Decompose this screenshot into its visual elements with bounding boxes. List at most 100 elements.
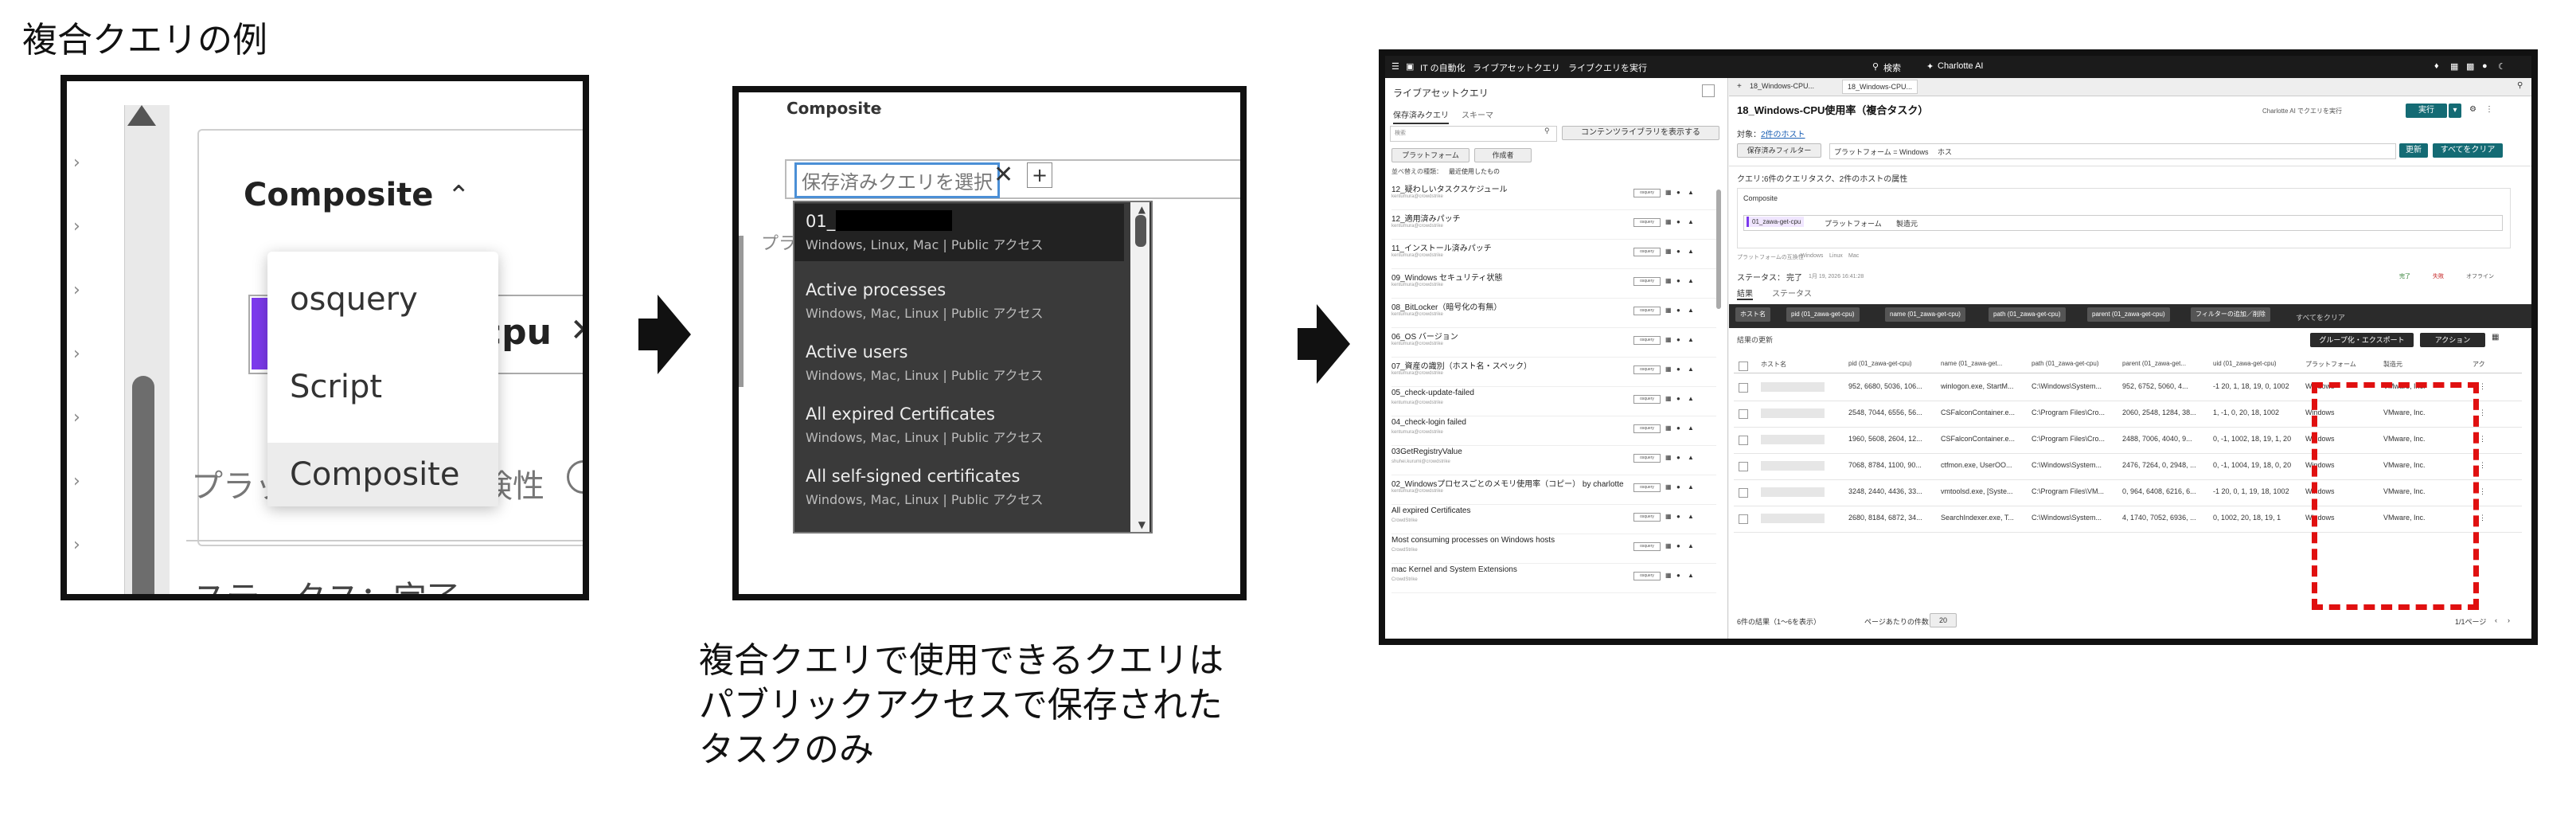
list-scrollbar[interactable] [1716, 190, 1721, 309]
chat-icon[interactable]: ▩ [2466, 61, 2474, 72]
search-icon[interactable]: ⚲ [1872, 61, 1879, 72]
clear-all-button[interactable]: すべてをクリア [2433, 143, 2503, 158]
column-chip[interactable]: pid (01_zawa-get-cpu) [1786, 307, 1860, 322]
close-icon[interactable]: ✕ [993, 161, 1013, 189]
row-actions-icon[interactable]: ⋮ [2479, 382, 2486, 391]
column-header[interactable]: name (01_zawa-get... [1941, 360, 2002, 367]
column-header[interactable]: ホスト名 [1761, 360, 1786, 369]
saved-query-row[interactable]: mac Kernel and System Extensions CrowdStr… [1391, 563, 1716, 593]
row-actions-icon[interactable]: ⋮ [2479, 487, 2486, 496]
charlotte-query-button[interactable]: Charlotte AI でクエリを実行 [2262, 107, 2342, 115]
row-actions-icon[interactable]: ⋮ [2479, 461, 2486, 470]
saved-query-row[interactable]: 11_インストール済みパッチ kentumura@crowdstrike osque… [1391, 239, 1716, 269]
user-icon[interactable]: ● [2482, 61, 2488, 71]
filter-chip-platform[interactable]: プラットフォーム = Windows [1834, 147, 1929, 157]
tab-schema[interactable]: スキーマ [1462, 108, 1493, 120]
scroll-up-icon[interactable]: ▲ [1138, 204, 1146, 215]
saved-query-row[interactable]: 12_適用済みパッチ kentumura@crowdstrike osquery ▦ ●… [1391, 209, 1716, 240]
menu-icon[interactable]: ☰ [1391, 61, 1399, 72]
saved-query-row[interactable]: 09_Windows セキュリティ状態 kentumura@crowdstrike… [1391, 268, 1716, 299]
target-hosts-link[interactable]: 2件のホスト [1761, 127, 1805, 139]
breadcrumb-1[interactable]: ライブアセットクエリ [1473, 61, 1560, 74]
sort-select[interactable]: 最近使用したもの [1449, 167, 1500, 176]
column-header[interactable]: アク [2473, 360, 2485, 369]
chevron-down-icon[interactable]: ⌄ [872, 99, 884, 115]
column-chip[interactable]: path (01_zawa-get-cpu) [1989, 307, 2066, 322]
theme-icon[interactable]: ☾ [2498, 61, 2506, 72]
column-header[interactable]: pid (01_zawa-get-cpu) [1848, 360, 1912, 367]
content-library-button[interactable]: コンテンツライブラリを表示する [1562, 126, 1719, 140]
menu-item-script[interactable]: Script [267, 355, 498, 419]
tab-query-2[interactable]: 18_Windows-CPU... [1842, 80, 1918, 94]
composite-selector[interactable]: Composite [1743, 194, 1778, 202]
topbar-menu[interactable]: IT の自動化 [1420, 61, 1466, 74]
column-header[interactable]: path (01_zawa-get-cpu) [2032, 360, 2099, 367]
column-chip[interactable]: フィルターの追加／削除 [2191, 307, 2270, 322]
app-icon[interactable]: ▣ [1406, 61, 1414, 72]
menu-item-composite[interactable]: Composite [267, 443, 498, 506]
more-icon[interactable]: ⋮ [2485, 105, 2493, 114]
dropdown-scrollbar[interactable] [1130, 202, 1149, 532]
column-chip[interactable]: ホスト名 [1735, 307, 1770, 322]
select-all-checkbox[interactable] [1739, 362, 1748, 371]
tab-results[interactable]: 結果 [1737, 287, 1753, 300]
group-export-button[interactable]: グループ化・エクスポート [2310, 333, 2414, 347]
scroll-down-icon[interactable]: ▼ [1138, 519, 1146, 530]
row-actions-icon[interactable]: ⋮ [2479, 435, 2486, 444]
saved-query-row[interactable]: All expired Certificates CrowdStrike osque… [1391, 504, 1716, 534]
scrollbar-thumb[interactable] [132, 376, 154, 594]
tab-query-1[interactable]: 18_Windows-CPU... [1750, 82, 1814, 90]
new-tab-icon[interactable]: + [1737, 82, 1742, 91]
saved-query-row[interactable]: 05_check-update-failed kentumura@crowdstr… [1391, 386, 1716, 416]
row-actions-icon[interactable]: ⋮ [2479, 408, 2486, 417]
row-checkbox[interactable] [1739, 514, 1748, 524]
search-icon[interactable]: ⚲ [1544, 127, 1550, 135]
left-scrollbar[interactable] [739, 236, 744, 387]
comp-chip-platform[interactable]: プラットフォーム [1825, 218, 1882, 229]
charlotte-ai-link[interactable]: Charlotte AI [1938, 61, 1983, 71]
dropdown-scrollbar-thumb[interactable] [1135, 215, 1146, 247]
row-checkbox[interactable] [1739, 409, 1748, 419]
row-checkbox[interactable] [1739, 383, 1748, 393]
tab-status[interactable]: ステータス [1772, 287, 1812, 299]
platform-filter[interactable]: プラットフォーム [1391, 148, 1469, 162]
row-checkbox[interactable] [1739, 488, 1748, 498]
dropdown-item[interactable]: Active users Windows, Mac, Linux | Publi… [806, 342, 1124, 384]
column-chip[interactable]: parent (01_zawa-get-cpu) [2087, 307, 2170, 322]
search-icon[interactable]: ⚲ [2517, 81, 2523, 90]
run-button[interactable]: 実行 [2406, 104, 2447, 118]
saved-query-row[interactable]: Most consuming processes on Windows host… [1391, 534, 1716, 564]
add-icon[interactable]: + [1027, 162, 1052, 188]
dropdown-item[interactable]: All expired Certificates Windows, Mac, L… [806, 405, 1124, 446]
saved-query-row[interactable]: 08_BitLocker（暗号化の有無） kentumura@crowdstrik… [1391, 298, 1716, 328]
bell-icon[interactable]: ♦ [2434, 61, 2439, 71]
query-type-selector[interactable]: Composite [244, 177, 433, 213]
saved-query-row[interactable]: 06_OS バージョン kentumura@crowdstrike osquery ▦… [1391, 327, 1716, 358]
clear-all-columns[interactable]: すべてをクリア [2296, 312, 2345, 322]
column-header[interactable]: プラットフォーム [2305, 360, 2356, 369]
column-header[interactable]: uid (01_zawa-get-cpu) [2213, 360, 2277, 367]
comp-chip-query[interactable]: 01_zawa-get-cpu [1747, 217, 1805, 227]
menu-item-osquery[interactable]: osquery [267, 268, 498, 331]
breadcrumb-2[interactable]: ライブクエリを実行 [1568, 61, 1647, 74]
close-icon[interactable]: ✕ [570, 312, 583, 349]
column-header[interactable]: 製造元 [2383, 360, 2402, 369]
grid-icon[interactable]: ▦ [2450, 61, 2458, 72]
per-page-select[interactable]: 20 [1930, 613, 1957, 627]
row-checkbox[interactable] [1739, 436, 1748, 445]
column-header[interactable]: parent (01_zawa-get... [2122, 360, 2186, 367]
action-button[interactable]: アクション [2420, 333, 2485, 347]
saved-query-row[interactable]: 04_check-login failed kentumura@crowdstri… [1391, 416, 1716, 446]
saved-query-row[interactable]: 02_Windowsプロセスごとのメモリ使用率（コピー） by charlott… [1391, 475, 1716, 505]
row-checkbox[interactable] [1739, 462, 1748, 471]
prev-page-icon[interactable]: ‹ [2495, 616, 2497, 624]
query-type-selector[interactable]: Composite [786, 99, 881, 118]
column-chip[interactable]: name (01_zawa-get-cpu) [1885, 307, 1965, 322]
row-actions-icon[interactable]: ⋮ [2479, 514, 2486, 522]
saved-query-placeholder[interactable]: 保存済みクエリを選択 [794, 162, 1000, 198]
chevron-up-icon[interactable]: ⌃ [447, 180, 470, 212]
saved-query-row[interactable]: 03GetRegistryValue shuhei.kurumi@crowdstr… [1391, 445, 1716, 475]
run-dropdown-icon[interactable]: ▾ [2449, 104, 2461, 118]
saved-filter-select[interactable]: 保存済みフィルター [1737, 143, 1821, 158]
saved-query-row[interactable]: 12_疑わしいタスクスケジュール kentumura@crowdstrike osq… [1391, 180, 1716, 210]
